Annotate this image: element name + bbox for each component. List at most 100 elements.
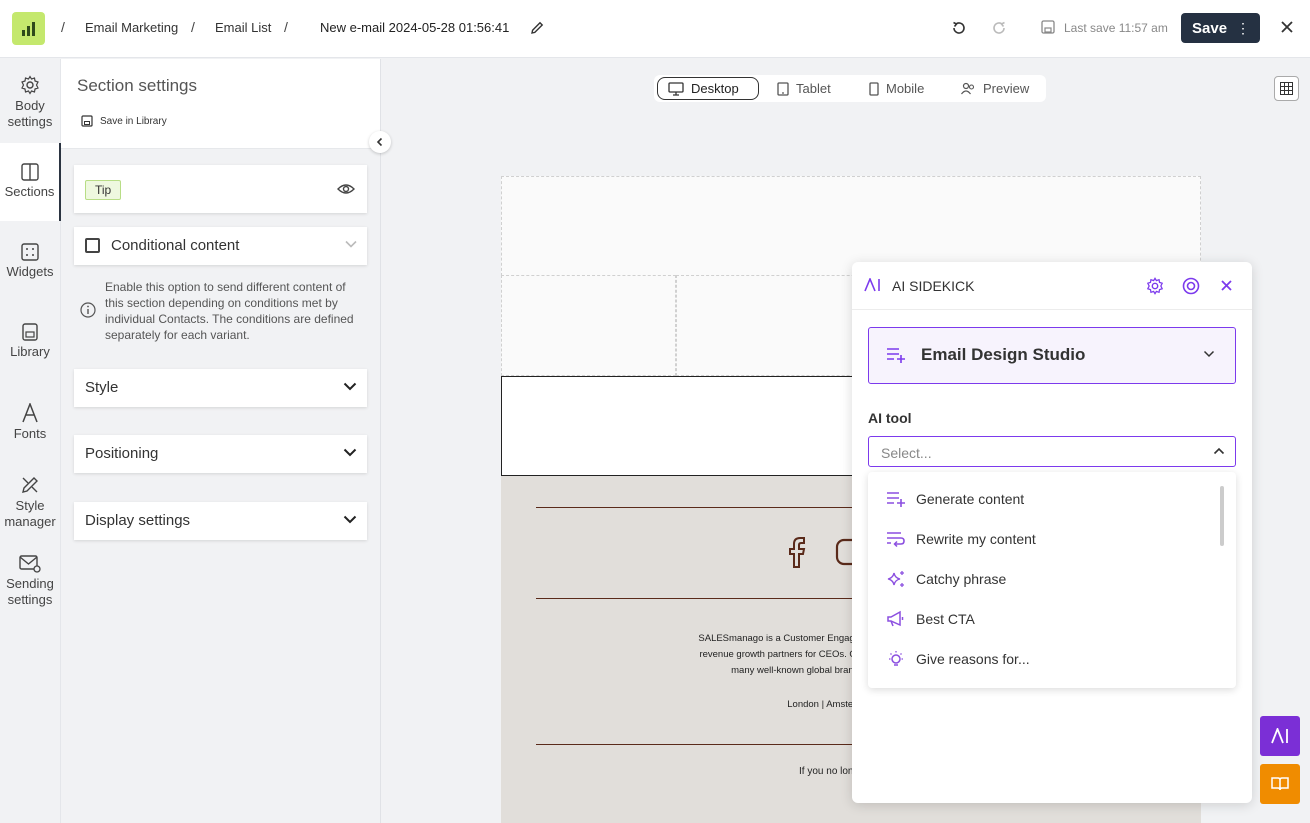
breadcrumb-separator: / xyxy=(61,19,65,35)
close-icon[interactable] xyxy=(1279,19,1295,35)
redo-icon[interactable] xyxy=(990,19,1008,37)
device-tabs: Desktop Tablet Mobile Preview xyxy=(654,75,1046,102)
mail-settings-icon xyxy=(19,555,41,573)
tab-tablet[interactable]: Tablet xyxy=(767,77,841,100)
conditional-content-card: Conditional content xyxy=(74,227,367,265)
library-icon xyxy=(22,323,38,341)
sparkles-icon xyxy=(887,571,904,587)
studio-label: Email Design Studio xyxy=(921,345,1086,364)
chevron-down-icon[interactable] xyxy=(345,240,357,248)
rail-label: Sending settings xyxy=(6,576,54,607)
collapse-panel-button[interactable] xyxy=(369,131,391,153)
empty-section[interactable] xyxy=(501,176,1201,276)
edit-title-icon[interactable] xyxy=(529,20,545,36)
breadcrumb-separator: / xyxy=(191,19,195,35)
option-give-reasons[interactable]: Give reasons for... xyxy=(868,639,1218,679)
rail-label: Sections xyxy=(4,184,55,199)
gear-icon xyxy=(21,75,39,95)
font-icon xyxy=(22,403,38,423)
help-book-button[interactable] xyxy=(1260,764,1300,804)
rail-label: Library xyxy=(10,344,50,359)
rail-sending-settings[interactable]: Sending settings xyxy=(0,555,60,608)
tab-label: Desktop xyxy=(691,81,739,96)
app-logo[interactable] xyxy=(12,12,45,45)
ai-tool-label: AI tool xyxy=(868,410,912,426)
option-label: Catchy phrase xyxy=(916,571,1007,587)
option-label: Give reasons for... xyxy=(916,651,1030,667)
empty-column[interactable] xyxy=(501,275,676,376)
chevron-down-icon xyxy=(1203,350,1215,358)
eye-icon[interactable] xyxy=(337,182,355,196)
last-save-status: Last save 11:57 am xyxy=(1064,21,1168,35)
tab-mobile[interactable]: Mobile xyxy=(859,77,934,100)
ai-tool-dropdown: Generate content Rewrite my content Catc… xyxy=(868,472,1236,688)
display-settings-accordion[interactable]: Display settings xyxy=(74,502,367,540)
chevron-down-icon xyxy=(343,515,357,524)
studio-selector[interactable]: Email Design Studio xyxy=(868,327,1236,384)
close-icon[interactable] xyxy=(1220,279,1233,292)
save-button[interactable]: Save ⋮ xyxy=(1181,13,1260,43)
floppy-disk-icon xyxy=(1041,20,1055,34)
option-generate-content[interactable]: Generate content xyxy=(868,479,1218,519)
display-settings-accordion-label: Display settings xyxy=(85,512,191,529)
style-accordion[interactable]: Style xyxy=(74,369,367,407)
option-rewrite-my-content[interactable]: Rewrite my content xyxy=(868,519,1218,559)
style-manager-icon xyxy=(22,477,38,493)
conditional-content-checkbox[interactable] xyxy=(85,238,100,253)
sidekick-header: AI SIDEKICK xyxy=(852,262,1252,310)
option-best-cta[interactable]: Best CTA xyxy=(868,599,1218,639)
chevron-down-icon xyxy=(343,382,357,391)
conditional-content-label: Conditional content xyxy=(111,237,240,254)
bar-chart-icon xyxy=(21,21,35,36)
list-add-icon xyxy=(887,492,905,507)
select-placeholder: Select... xyxy=(881,445,932,461)
rail-widgets[interactable]: Widgets xyxy=(0,243,60,280)
desktop-icon xyxy=(668,81,684,96)
breadcrumb-email-marketing[interactable]: Email Marketing xyxy=(85,20,178,35)
rail-fonts[interactable]: Fonts xyxy=(0,403,60,442)
ai-logo-icon xyxy=(1271,728,1288,744)
conditional-content-description: Enable this option to send different con… xyxy=(105,280,354,342)
breadcrumb-email-list[interactable]: Email List xyxy=(215,20,271,35)
rail-style-manager[interactable]: Style manager xyxy=(0,475,60,530)
tab-label: Preview xyxy=(983,81,1030,96)
rail-label: Style manager xyxy=(4,498,56,529)
columns-icon xyxy=(20,163,39,181)
positioning-accordion[interactable]: Positioning xyxy=(74,435,367,473)
positioning-accordion-label: Positioning xyxy=(85,445,159,462)
ai-sidekick-panel: AI SIDEKICK Email Design Studio AI tool … xyxy=(852,262,1252,803)
chevron-down-icon xyxy=(343,448,357,457)
tab-label: Tablet xyxy=(796,81,831,96)
book-icon xyxy=(1271,777,1289,791)
info-icon xyxy=(80,302,96,318)
rail-body-settings[interactable]: Body settings xyxy=(0,75,60,130)
chevron-left-icon xyxy=(376,137,383,147)
tip-badge[interactable]: Tip xyxy=(85,180,122,200)
rail-sections[interactable]: Sections xyxy=(0,143,61,221)
rail-library[interactable]: Library xyxy=(0,323,60,360)
widgets-icon xyxy=(21,243,39,261)
sidekick-title: AI SIDEKICK xyxy=(892,278,975,294)
floppy-disk-icon xyxy=(81,115,93,127)
tab-preview[interactable]: Preview xyxy=(950,77,1039,100)
facebook-icon[interactable] xyxy=(789,536,813,568)
grid-icon xyxy=(1280,82,1293,95)
option-catchy-phrase[interactable]: Catchy phrase xyxy=(868,559,1218,599)
breadcrumb-separator: / xyxy=(284,19,288,35)
more-options-icon[interactable]: ⋮ xyxy=(1236,19,1250,37)
undo-icon[interactable] xyxy=(950,19,968,37)
section-settings-panel: Section settings Save in Library Tip Con… xyxy=(61,59,391,823)
ai-assistant-button[interactable] xyxy=(1260,716,1300,756)
tablet-icon xyxy=(777,81,789,96)
chevron-up-icon xyxy=(1213,447,1225,455)
ai-tool-select[interactable]: Select... xyxy=(868,436,1236,467)
gear-icon[interactable] xyxy=(1146,277,1164,295)
megaphone-icon xyxy=(887,610,904,627)
save-in-library-button[interactable]: Save in Library xyxy=(81,115,167,127)
tab-desktop[interactable]: Desktop xyxy=(657,77,759,100)
dropdown-scrollbar[interactable] xyxy=(1220,486,1224,546)
panel-title: Section settings xyxy=(77,76,198,95)
grid-toggle-button[interactable] xyxy=(1274,76,1299,101)
target-icon[interactable] xyxy=(1182,277,1200,295)
option-label: Best CTA xyxy=(916,611,975,627)
